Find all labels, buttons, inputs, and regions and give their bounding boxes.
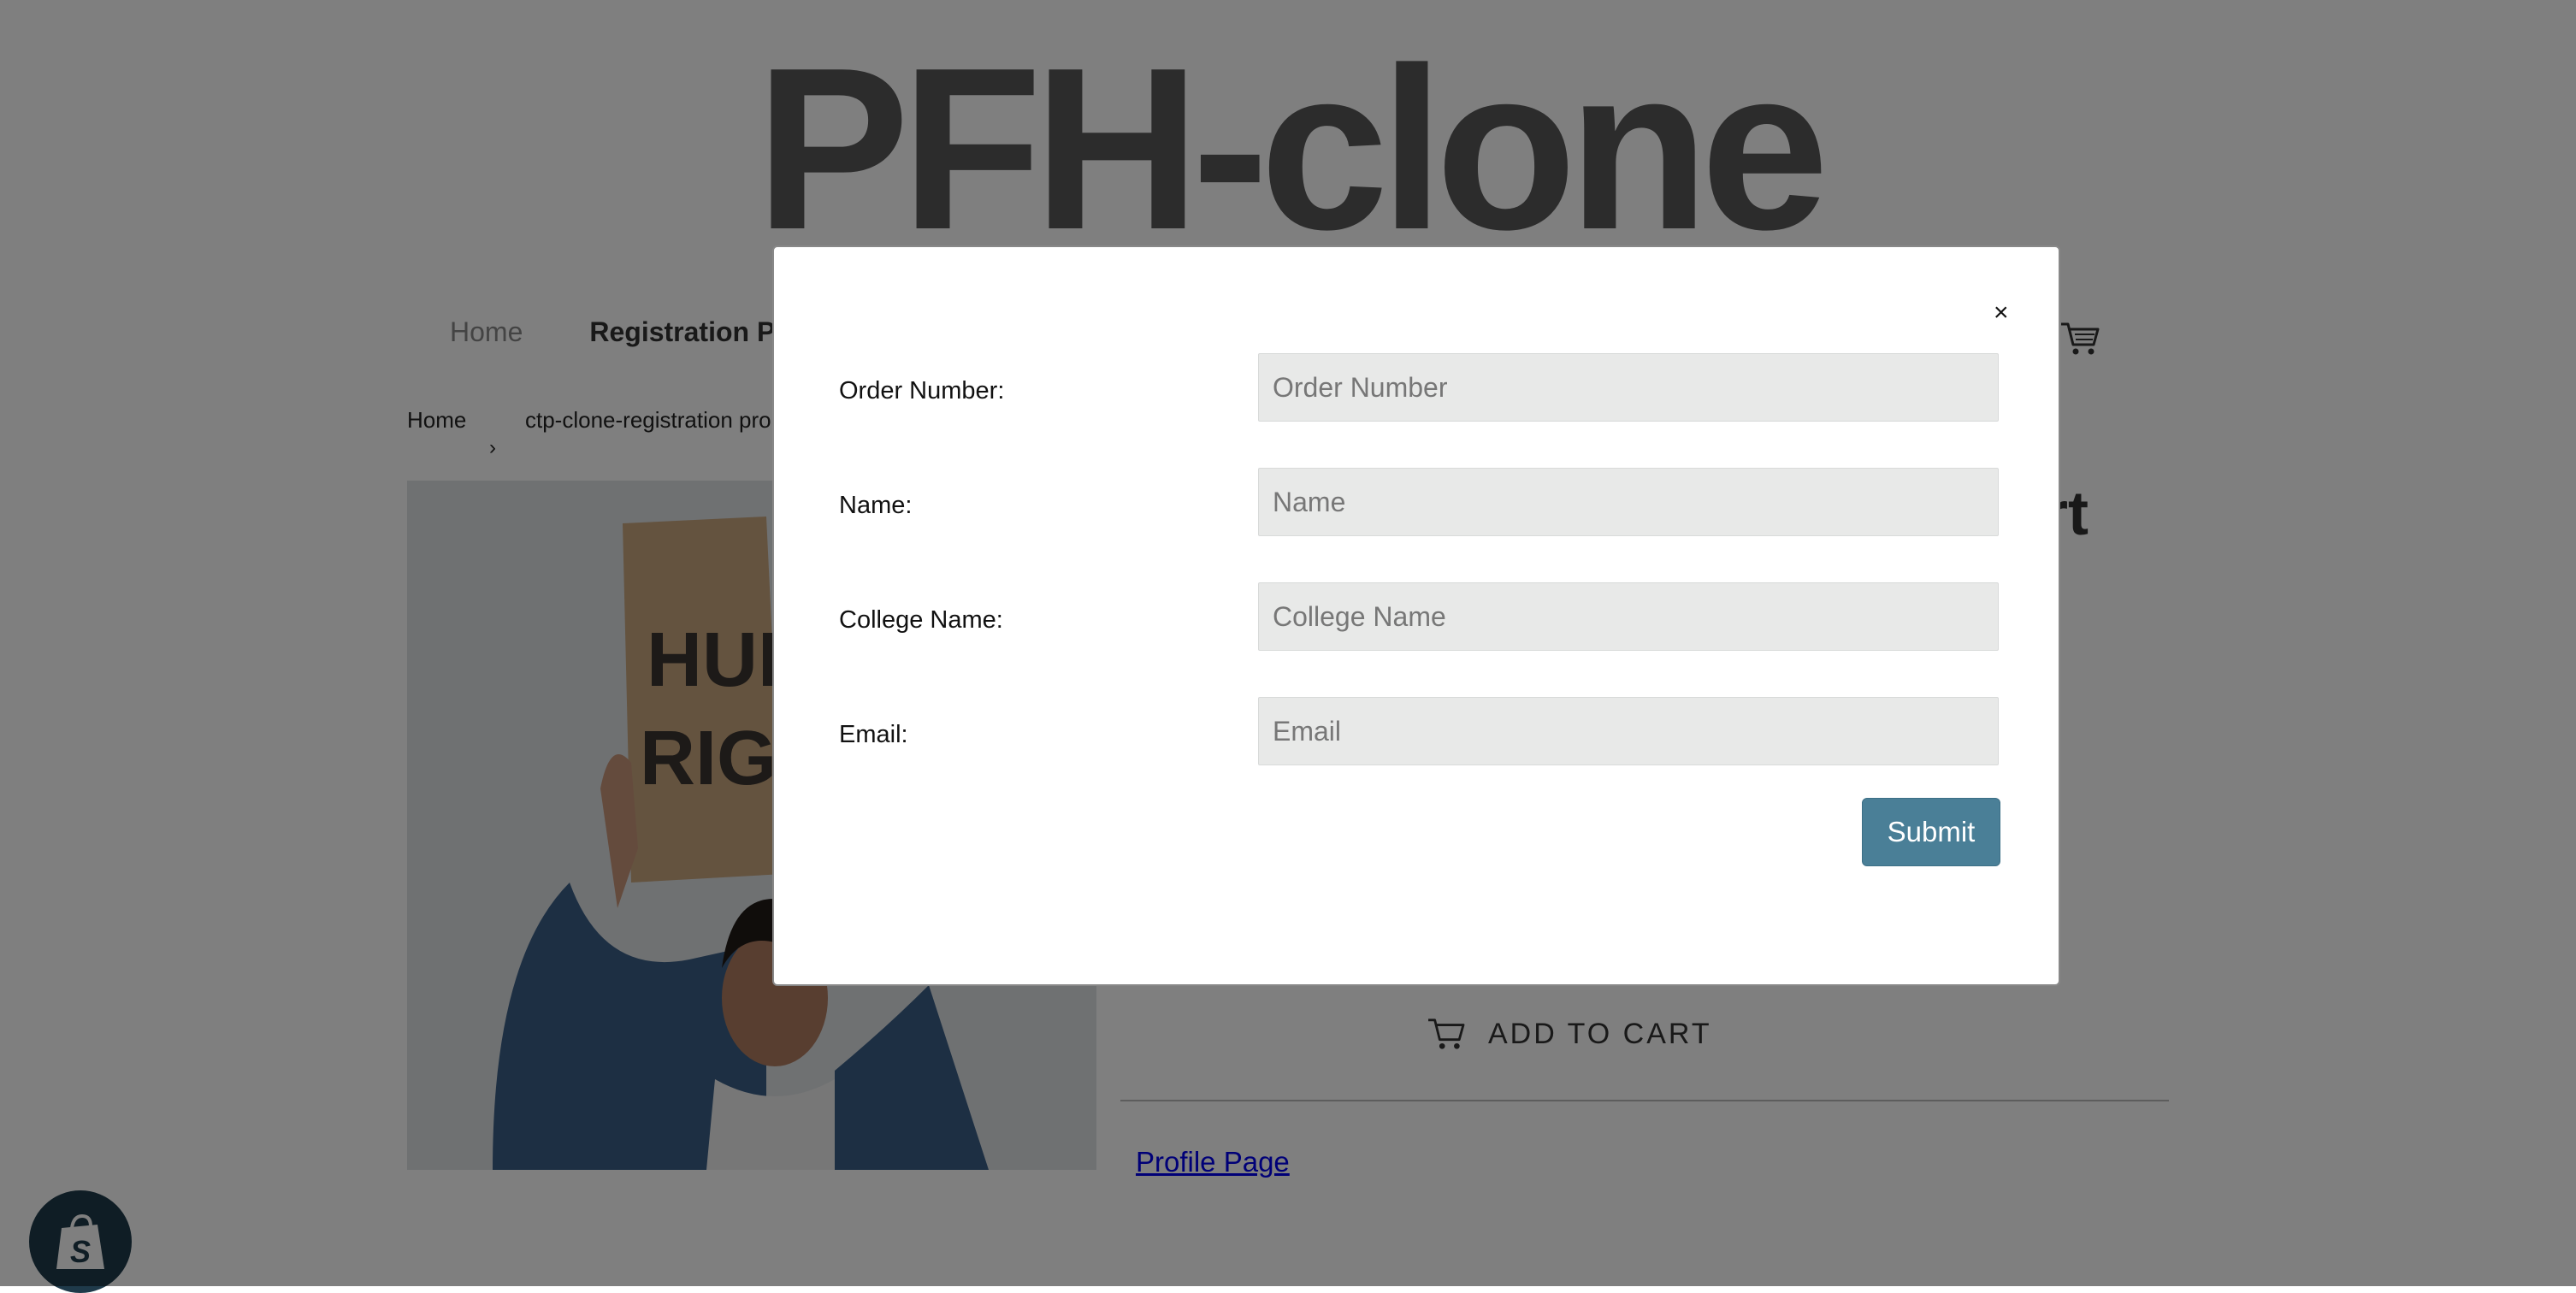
college-name-label: College Name:	[839, 606, 1003, 634]
college-name-input[interactable]	[1258, 582, 1999, 651]
email-row: Email:	[839, 697, 2002, 765]
order-number-row: Order Number:	[839, 353, 2002, 422]
name-row: Name:	[839, 468, 2002, 536]
submit-button[interactable]: Submit	[1862, 798, 2000, 866]
order-number-label: Order Number:	[839, 377, 1005, 404]
name-label: Name:	[839, 492, 913, 519]
order-form-modal: × Order Number: Name: College Name: Emai…	[772, 245, 2060, 986]
name-input[interactable]	[1258, 468, 1999, 536]
order-number-input[interactable]	[1258, 353, 1999, 422]
close-icon[interactable]: ×	[1994, 300, 2009, 326]
email-label: Email:	[839, 721, 908, 748]
email-input[interactable]	[1258, 697, 1999, 765]
college-name-row: College Name:	[839, 582, 2002, 651]
